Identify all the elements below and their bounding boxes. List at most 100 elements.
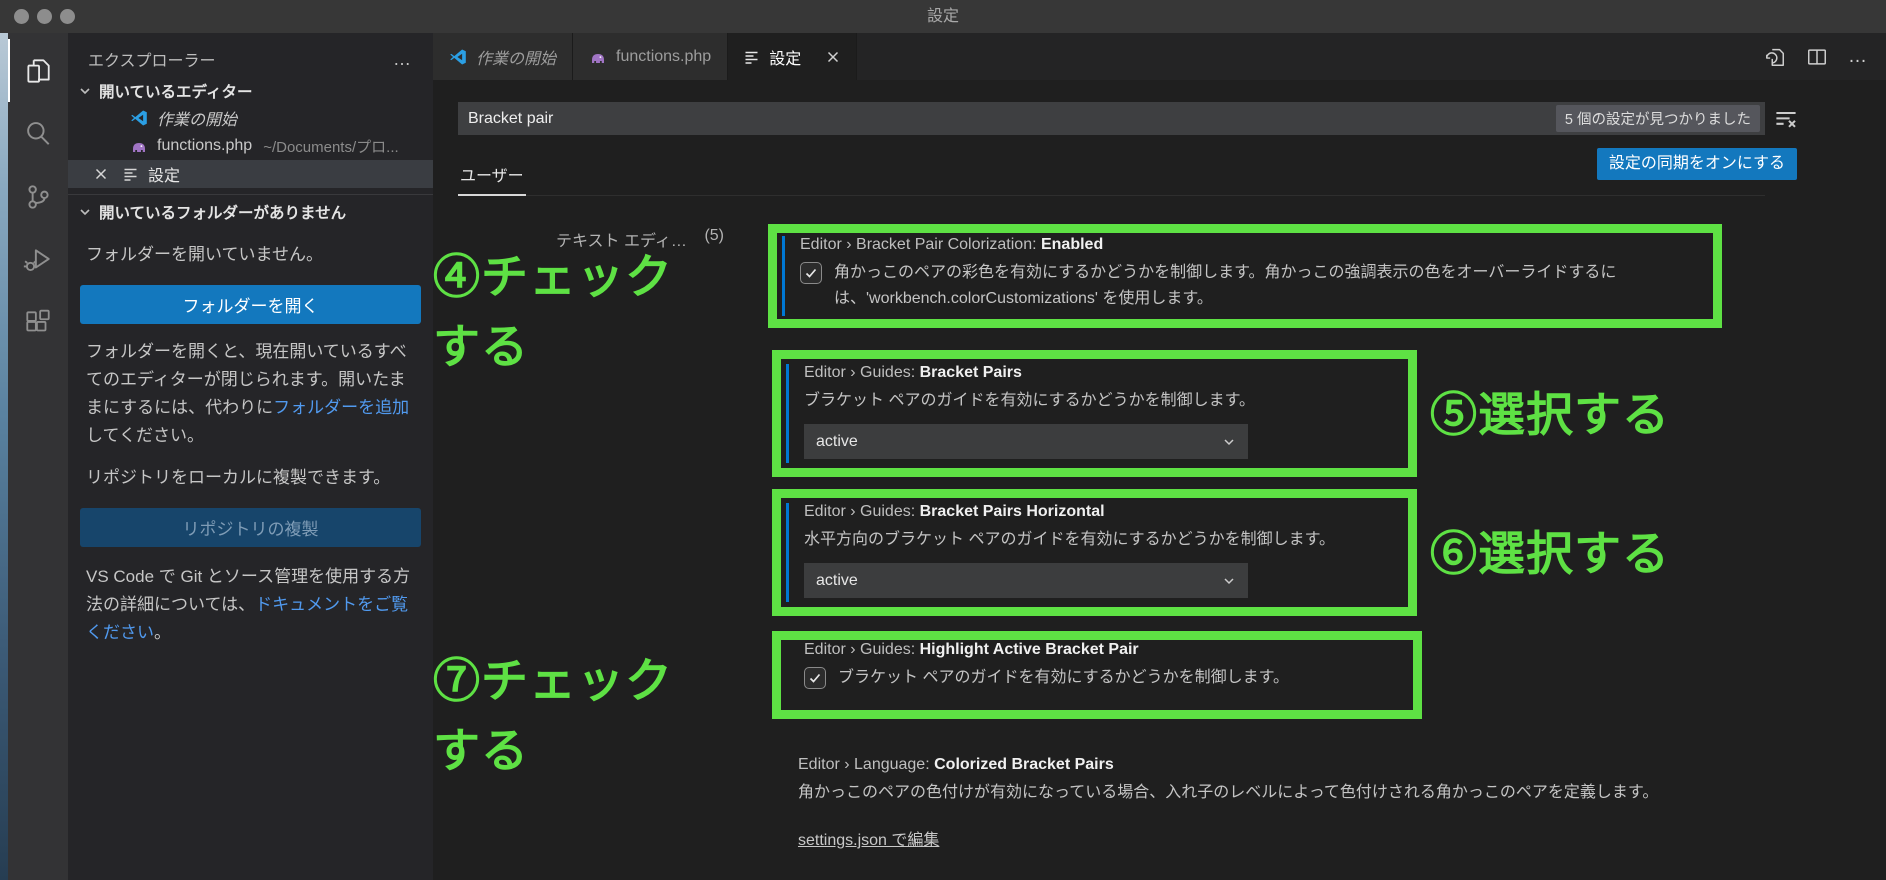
settings-scope-bar: ユーザー: [458, 158, 1765, 196]
editor-area: 作業の開始 functions.php 設定 … Bracket pair 5 …: [433, 33, 1886, 880]
clone-repository-button[interactable]: リポジトリの複製: [80, 508, 421, 547]
setting-guides-bracket-pairs: Editor › Guides: Bracket Pairs ブラケット ペアの…: [772, 350, 1417, 477]
setting-category: Editor › Language:: [798, 756, 930, 773]
minimize-window-button[interactable]: [37, 9, 52, 24]
setting-category: Editor › Guides:: [804, 641, 916, 658]
chevron-down-icon: [78, 84, 92, 98]
settings-editor: Bracket pair 5 個の設定が見つかりました ユーザー 設定の同期をオ…: [433, 80, 1886, 880]
close-warning-paragraph: フォルダーを開くと、現在開いているすべてのエディターが閉じられます。開いたままに…: [68, 330, 433, 450]
setting-guides-bracket-pairs-horizontal: Editor › Guides: Bracket Pairs Horizonta…: [772, 489, 1417, 616]
search-value: Bracket pair: [468, 109, 554, 127]
close-icon[interactable]: [94, 167, 108, 181]
setting-name: Colorized Bracket Pairs: [934, 756, 1114, 773]
setting-colorized-bracket-pairs: Editor › Language: Colorized Bracket Pai…: [798, 756, 1886, 850]
setting-name: Enabled: [1040, 236, 1104, 253]
add-folder-link[interactable]: フォルダーを追加: [273, 398, 409, 417]
chevron-down-icon: [1222, 435, 1236, 449]
open-editor-label: 設定: [148, 168, 181, 185]
no-folder-section-header[interactable]: 開いているフォルダーがありません: [68, 194, 433, 225]
zoom-window-button[interactable]: [60, 9, 75, 24]
setting-description: 水平方向のブラケット ペアのガイドを有効にするかどうかを制御します。: [804, 531, 1336, 548]
activity-extensions-button[interactable]: [8, 291, 68, 354]
setting-description: 角かっこのペアの彩色を有効にするかどうかを制御します。角かっこの強調表示の色をオ…: [834, 264, 1617, 307]
sidebar-header: エクスプローラー …: [68, 41, 433, 77]
setting-description: 角かっこのペアの色付けが有効になっている場合、入れ子のレベルによって色付けされる…: [798, 784, 1659, 801]
annotation-step4-label: ④チェック する: [433, 250, 673, 373]
toc-count: (5): [704, 227, 724, 244]
annotation-step5-label: ⑤選択する: [1430, 388, 1670, 441]
sidebar-more-actions-button[interactable]: …: [393, 49, 413, 70]
modified-indicator: [786, 503, 789, 602]
tab-settings[interactable]: 設定: [728, 33, 858, 80]
git-doc-paragraph: VS Code で Git とソース管理を使用する方法の詳細については、ドキュメ…: [68, 553, 433, 647]
open-editor-item-functions-php[interactable]: functions.php ~/Documents/プロ...: [68, 132, 433, 160]
titlebar: 設定: [0, 0, 1886, 33]
open-editor-label: 作業の開始: [157, 112, 238, 129]
search-icon: [23, 119, 53, 149]
clone-text: リポジトリをローカルに複製できます。: [86, 468, 391, 487]
open-editor-item-welcome[interactable]: 作業の開始: [68, 104, 433, 132]
tab-welcome[interactable]: 作業の開始: [433, 33, 574, 80]
open-settings-json-icon[interactable]: [1764, 46, 1786, 68]
no-folder-text: フォルダーを開いていません。: [86, 245, 323, 264]
open-editor-item-settings[interactable]: 設定: [68, 160, 433, 188]
chevron-down-icon: [78, 205, 92, 219]
toc-label: テキスト エディ…: [556, 233, 687, 250]
run-and-debug-icon: [23, 245, 53, 275]
vscode-icon: [130, 109, 148, 127]
edit-in-settings-json-link[interactable]: settings.json で編集: [798, 826, 939, 850]
desktop-edge-strip: [0, 33, 8, 880]
select-value: active: [816, 432, 858, 450]
tab-user-settings[interactable]: ユーザー: [458, 164, 526, 196]
vscode-icon: [449, 48, 467, 66]
setting-name: Bracket Pairs: [919, 364, 1022, 381]
activity-search-button[interactable]: [8, 102, 68, 165]
checkbox-checked[interactable]: [800, 262, 822, 284]
editor-actions: …: [1764, 33, 1886, 80]
annotation-step6-label: ⑥選択する: [1430, 527, 1670, 580]
app-body: エクスプローラー … 開いているエディター 作業の開始 functions.ph…: [0, 33, 1886, 880]
setting-select-dropdown[interactable]: active: [804, 424, 1248, 459]
activity-source-control-button[interactable]: [8, 165, 68, 228]
setting-bracket-pair-colorization: Editor › Bracket Pair Colorization: Enab…: [768, 224, 1722, 328]
files-icon: [23, 56, 53, 86]
close-window-button[interactable]: [14, 9, 29, 24]
source-control-icon: [23, 182, 53, 212]
open-editors-section-label: 開いているエディター: [99, 83, 253, 101]
open-folder-button[interactable]: フォルダーを開く: [80, 285, 421, 324]
extensions-icon: [23, 308, 53, 338]
setting-category: Editor › Bracket Pair Colorization:: [800, 236, 1037, 253]
no-folder-section-label: 開いているフォルダーがありません: [99, 205, 347, 222]
select-value: active: [816, 571, 858, 589]
settings-list-icon: [744, 49, 760, 65]
toc-text-editor-item[interactable]: テキスト エディ… (5): [556, 227, 724, 251]
settings-search-input[interactable]: Bracket pair 5 個の設定が見つかりました: [458, 102, 1765, 135]
activity-run-debug-button[interactable]: [8, 228, 68, 291]
open-editors-section-header[interactable]: 開いているエディター: [68, 77, 433, 104]
setting-category: Editor › Guides:: [804, 503, 916, 520]
tab-label: 作業の開始: [476, 50, 557, 68]
window-title: 設定: [926, 8, 959, 25]
vscode-window: 設定 エクスプローラー … 開いているエディター 作業の開始 functions…: [0, 0, 1886, 880]
close-tab-icon[interactable]: [826, 50, 840, 64]
setting-select-dropdown[interactable]: active: [804, 563, 1248, 598]
close-warning-text-after: してください。: [86, 426, 204, 445]
modified-indicator: [782, 236, 785, 316]
tab-functions-php[interactable]: functions.php: [573, 33, 729, 80]
open-editor-label: functions.php: [157, 137, 253, 154]
setting-title: Editor › Bracket Pair Colorization: Enab…: [800, 236, 1706, 254]
php-icon: [130, 137, 148, 155]
annotation-step7-label: ⑦チェック する: [433, 654, 673, 777]
tab-label: 設定: [769, 50, 802, 68]
split-editor-icon[interactable]: [1806, 46, 1828, 68]
setting-description: ブラケット ペアのガイドを有効にするかどうかを制御します。: [804, 392, 1256, 409]
checkbox-checked[interactable]: [804, 667, 826, 689]
turn-on-settings-sync-button[interactable]: 設定の同期をオンにする: [1596, 148, 1797, 180]
git-doc-text-after: 。: [154, 623, 171, 642]
activity-bar: [8, 33, 68, 880]
clear-filters-icon[interactable]: [1773, 106, 1799, 132]
activity-explorer-button[interactable]: [8, 39, 68, 102]
chevron-down-icon: [1222, 574, 1236, 588]
more-actions-button[interactable]: …: [1848, 46, 1868, 68]
php-icon: [589, 48, 607, 66]
